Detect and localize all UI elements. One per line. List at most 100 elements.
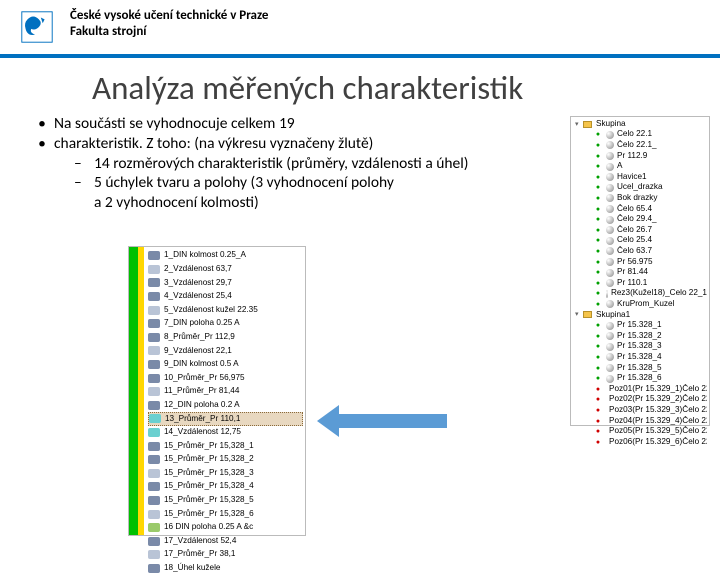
list-item[interactable]: 9_Vzdálenost 22,1 [148, 344, 303, 358]
sphere-icon [606, 290, 608, 298]
status-ok-icon: ● [596, 354, 600, 361]
folder-icon [583, 121, 592, 128]
tree-folder[interactable]: ▾Skupina1 [575, 310, 707, 321]
tree-item[interactable]: ●Pr 15.328_4 [575, 352, 707, 363]
tree-folder[interactable]: ▾Skupina [575, 119, 707, 130]
tree-item[interactable]: ● Čelo 22.1_ [575, 140, 707, 151]
tree-item[interactable]: ●Čelo 22.1 [575, 130, 707, 141]
sphere-icon [606, 247, 614, 255]
status-sym: ● [593, 140, 603, 151]
bullet-1-text: Na součásti se vyhodnocuje celkem 19 [54, 114, 295, 134]
feature-icon [148, 455, 160, 464]
status-ok-icon: ● [596, 301, 600, 308]
list-item-label: 2_Vzdálenost 63,7 [164, 264, 232, 275]
tree-item[interactable]: ●Čelo 25.4 [575, 236, 707, 247]
tree-item-label: Čelo 63.7 [617, 246, 652, 257]
feature-icon [148, 401, 160, 410]
tree-item[interactable]: ●Poz05(Pr 15.329_5)Čelo 22.1 [575, 426, 707, 437]
list-item[interactable]: 16 DIN poloha 0.25 A &c [148, 521, 303, 535]
sphere-icon [606, 131, 614, 139]
tree-item[interactable]: ●A [575, 161, 707, 172]
feature-icon [148, 428, 160, 437]
status-sym: ● [593, 236, 603, 247]
list-item[interactable]: 7_DIN poloha 0.25 A [148, 317, 303, 331]
list-item-label: 9_DIN kolmost 0.5 A [164, 359, 239, 370]
characteristics-rows: 1_DIN kolmost 0.25_A2_Vzdálenost 63,73_V… [148, 249, 303, 575]
tree-item[interactable]: ●Čelo 29.4_ [575, 214, 707, 225]
list-item[interactable]: 9_DIN kolmost 0.5 A [148, 358, 303, 372]
feature-icon [148, 319, 160, 328]
tree-item[interactable]: ●Pr 81.44 [575, 267, 707, 278]
status-ok-icon: ● [596, 163, 600, 170]
bullet-dot-icon: • [30, 134, 54, 154]
list-item[interactable]: 15_Průměr_Pr 15,328_1 [148, 439, 303, 453]
sphere-icon [606, 332, 614, 340]
tree-item[interactable]: ●Bok drazky [575, 193, 707, 204]
characteristics-list-panel: 1_DIN kolmost 0.25_A2_Vzdálenost 63,73_V… [128, 246, 306, 536]
tree-item[interactable]: ●Pr 56.975 [575, 257, 707, 268]
status-sym: ● [593, 289, 603, 300]
list-item[interactable]: 15_Průměr_Pr 15,328_6 [148, 507, 303, 521]
feature-icon [148, 482, 160, 491]
sphere-icon [606, 375, 614, 383]
tree-item[interactable]: ●Havice1 [575, 172, 707, 183]
list-item[interactable]: 15_Průměr_Pr 15,328_5 [148, 494, 303, 508]
feature-tree-rows: ▾Skupina●Čelo 22.1●Čelo 22.1_●Pr 112.9●A… [571, 117, 709, 449]
tree-item[interactable]: ●Pr 15.328_6 [575, 373, 707, 384]
list-item[interactable]: 15_Průměr_Pr 15,328_3 [148, 467, 303, 481]
list-item[interactable]: 15_Průměr_Pr 15,328_4 [148, 480, 303, 494]
tree-item[interactable]: ●Ucel_drazka [575, 183, 707, 194]
feature-icon [148, 523, 160, 532]
tree-item-label: Pr 15.328_3 [617, 341, 662, 352]
list-item[interactable]: 14_Vzdálenost 12,75 [148, 426, 303, 440]
tree-item[interactable]: ●Pr 110.1 [575, 278, 707, 289]
list-item-label: 13_Průměr_Pr 110,1 [165, 414, 240, 425]
tree-item-label: Pr 110.1 [617, 278, 647, 289]
tree-item[interactable]: ●Pr 15.328_2 [575, 331, 707, 342]
list-item[interactable]: 17_Vzdálenost 52,4 [148, 534, 303, 548]
list-item[interactable]: 10_Průměr_Pr 56,975 [148, 371, 303, 385]
list-item[interactable]: 3_Vzdálenost 29,7 [148, 276, 303, 290]
list-item-label: 9_Vzdálenost 22,1 [164, 346, 232, 357]
status-sym: ● [593, 416, 603, 427]
status-ok-icon: ● [596, 206, 600, 213]
list-item[interactable]: 11_Průměr_Pr 81,44 [148, 385, 303, 399]
feature-icon [148, 360, 160, 369]
list-item[interactable]: 15_Průměr_Pr 15,328_2 [148, 453, 303, 467]
list-item[interactable]: 5_Vzdálenost kužel 22.35 [148, 303, 303, 317]
tree-item[interactable]: ●Pr 15.328_5 [575, 363, 707, 374]
tree-item[interactable]: ●Poz01(Pr 15.329_1)Čelo 22.1 [575, 384, 707, 395]
list-item[interactable]: 1_DIN kolmost 0.25_A [148, 249, 303, 263]
tree-item[interactable]: ●Poz03(Pr 15.329_3)Čelo 22.1 [575, 405, 707, 416]
bullet-2-text: charakteristik. Z toho: (na výkresu vyzn… [54, 134, 373, 154]
status-sym: ● [593, 183, 603, 194]
list-item[interactable]: 13_Průměr_Pr 110,1 [148, 412, 303, 426]
tree-item[interactable]: ●Čelo 26.7 [575, 225, 707, 236]
tree-item[interactable]: ● Poz04(Pr 15.329_4)Čelo 22.1 [575, 416, 707, 427]
tree-item[interactable]: ●Řez3(Kužel18)_Čelo 22_1 [575, 289, 707, 300]
tree-item-label: Pr 56.975 [617, 257, 653, 268]
list-item[interactable]: 18_Úhel kužele [148, 562, 303, 575]
feature-icon [149, 414, 161, 423]
list-item[interactable]: 12_DIN poloha 0.2 A [148, 399, 303, 413]
tree-item-label: Pr 112.9 [617, 151, 647, 162]
status-ok-icon: ● [596, 343, 600, 350]
list-item[interactable]: 17_Průměr_Pr 38,1 [148, 548, 303, 562]
sphere-icon [606, 163, 614, 171]
list-item[interactable]: 4_Vzdálenost 25,4 [148, 290, 303, 304]
slide-header: České vysoké učení technické v Praze Fak… [0, 0, 720, 58]
status-err-icon: ● [596, 439, 600, 446]
tree-item[interactable]: ●Poz06(Pr 15.329_6)Čelo 22.1 [575, 437, 707, 448]
tree-item[interactable]: ●Pr 15.328_1 [575, 320, 707, 331]
tree-item[interactable]: ●Poz02(Pr 15.329_2)Čelo 22.1 [575, 394, 707, 405]
tree-item[interactable]: ●Pr 112.9 [575, 151, 707, 162]
tree-item-label: Poz04(Pr 15.329_4)Čelo 22.1 [609, 416, 707, 427]
tree-item[interactable]: ●Čelo 63.7 [575, 246, 707, 257]
tree-item[interactable]: ●KruProm_Kuzel [575, 299, 707, 310]
tree-item[interactable]: ● Pr 15.328_3 [575, 341, 707, 352]
screenshot-panels: 1_DIN kolmost 0.25_A2_Vzdálenost 63,73_V… [128, 246, 306, 536]
list-item[interactable]: 2_Vzdálenost 63,7 [148, 263, 303, 277]
list-item[interactable]: 8_Průměr_Pr 112,9 [148, 331, 303, 345]
tree-item[interactable]: ●Čelo 65.4 [575, 204, 707, 215]
tree-item-label: Čelo 22.1_ [617, 140, 657, 151]
